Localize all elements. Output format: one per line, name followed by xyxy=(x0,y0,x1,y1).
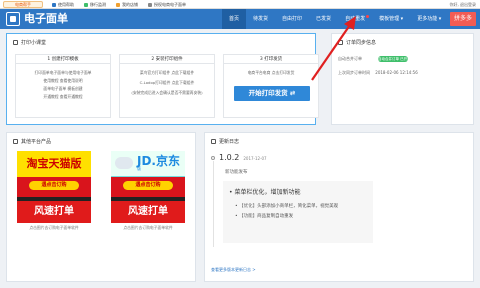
jd-logo: JD.京东 xyxy=(137,154,180,168)
step-heading: 2 安装打印组件 xyxy=(120,55,214,64)
nav-pending[interactable]: 待发货 xyxy=(246,9,275,29)
step-install-component: 2 安装打印组件 菜鸟官方打印组件 点此下载组件 C-Lodop打印组件 点此下… xyxy=(119,54,215,118)
timeline-dot-icon xyxy=(211,156,215,160)
jd-sub: 版 xyxy=(137,166,141,171)
nav-shipped[interactable]: 已发货 xyxy=(309,9,338,29)
step-heading: 1 创建打印模板 xyxy=(16,55,110,64)
order-pill: 遇点击订购 xyxy=(29,181,79,190)
sync-time-row: 上次同步订单时间 2018-02-06 12:14:56 xyxy=(338,70,418,75)
changelog-heading: • 菜单栏优化，增加新功能 xyxy=(229,189,301,196)
user-area[interactable]: 你好, 退出登录 xyxy=(449,1,476,8)
start-print-button[interactable]: 开始打印发货 ⇄ xyxy=(234,86,310,101)
product-taobao[interactable]: 淘宝天猫版 遇点击订购 风速打单 点击图片去订购电子面单软件 xyxy=(17,151,91,261)
changelog-item: • 【功能】商品复制自动重发 xyxy=(235,214,294,219)
nav-home[interactable]: 首页 xyxy=(222,9,247,29)
authorize-link[interactable]: 授权电商电子面单 xyxy=(148,1,186,8)
step-line[interactable]: C-Lodop打印组件 点此下载组件 xyxy=(124,80,210,86)
order-sync-panel: 订单同步信息 自动合并订单 自动合并订单 已开启 上次同步订单时间 2018-0… xyxy=(331,33,474,125)
print-course-panel: 打印小课堂 1 创建打印模板 打印面单电子面单与使用电子面单 使用教程 查看使用… xyxy=(6,33,319,125)
step-line[interactable]: 电商平台电商 点击打印发货 xyxy=(228,70,314,76)
step-line[interactable]: 面单电子面单 模板创建 xyxy=(20,86,106,92)
product-caption: 点击图片去订购电子面单软件 xyxy=(29,225,79,230)
version-date: 2017-12-07 xyxy=(243,156,267,161)
step-line[interactable]: 使用教程 查看使用说明 xyxy=(20,78,106,84)
sync-time: 2018-02-06 12:14:56 xyxy=(375,70,418,75)
grid-icon xyxy=(13,139,18,144)
changelog-box: • 菜单栏优化，增加新功能 • 【优化】头部添加小商单栏，简化菜单，视觉美观 •… xyxy=(223,181,373,243)
brand-logo[interactable]: 电商帮手 xyxy=(3,1,43,8)
shop-icon xyxy=(116,2,120,7)
help-link[interactable]: 使用帮助 xyxy=(52,1,74,8)
nav-more[interactable]: 更多功能 ▾ xyxy=(410,9,448,29)
order-pill: 遇点击订购 xyxy=(123,181,173,190)
main-nav: 首页 待发货 自由打印 已发货 自动重发 模板管理 ▾ 更多功能 ▾ xyxy=(222,9,448,29)
fast-print-label: 风速打单 xyxy=(17,201,91,223)
auto-merge-row: 自动合并订单 自动合并订单 已开启 xyxy=(338,56,411,62)
print-course-title: 打印小课堂 xyxy=(13,39,46,46)
other-products-title: 其他平台产品 xyxy=(13,138,51,145)
timeline-line xyxy=(213,161,214,247)
product-jd[interactable]: JD.京东 版 遇点击订购 风速打单 点击图片去订购电子面单软件 xyxy=(111,151,185,261)
my-shop-link[interactable]: 我的店铺 xyxy=(116,1,138,8)
nav-free-print[interactable]: 自由打印 xyxy=(275,9,309,29)
monitor-icon xyxy=(84,2,88,7)
app-title: 电子面单 xyxy=(24,12,68,25)
top-links: 使用帮助 移行监测 我的店铺 授权电商电子面单 xyxy=(52,1,186,8)
monitor-icon xyxy=(13,40,18,45)
changelog-panel: 更新日志 1.0.2 2017-12-07 新功能发布 • 菜单栏优化，增加新功… xyxy=(204,132,474,282)
auto-merge-toggle[interactable]: 自动合并订单 已开启 xyxy=(378,56,411,62)
changelog-title: 更新日志 xyxy=(211,138,239,145)
pinduoduo-button[interactable]: 拼多多 xyxy=(450,12,476,26)
changelog-item: • 【优化】头部添加小商单栏，简化菜单，视觉美观 xyxy=(235,204,339,209)
step-create-template: 1 创建打印模板 打印面单电子面单与使用电子面单 使用教程 查看使用说明 面单电… xyxy=(15,54,111,118)
version-subtitle: 新功能发布 xyxy=(225,170,248,175)
auth-icon xyxy=(148,2,152,7)
monitor-link[interactable]: 移行监测 xyxy=(84,1,106,8)
version-number: 1.0.2 xyxy=(219,153,240,162)
nav-templates[interactable]: 模板管理 ▾ xyxy=(372,9,410,29)
log-icon xyxy=(211,139,216,144)
step-line[interactable]: 菜鸟官方打印组件 点此下载组件 xyxy=(124,70,210,76)
step-line[interactable]: 开通教程 查看开通教程 xyxy=(20,94,106,100)
more-changelog-link[interactable]: 查看更多版本更新日志 > xyxy=(211,267,256,273)
help-icon xyxy=(52,2,56,7)
step-line: (安装完成后进入会确认是否不需要再安装) xyxy=(131,90,203,95)
fast-print-label: 风速打单 xyxy=(111,201,185,223)
order-sync-title: 订单同步信息 xyxy=(338,39,376,46)
step-line[interactable]: 打印面单电子面单与使用电子面单 xyxy=(20,70,106,76)
product-caption: 点击图片去订购电子面单软件 xyxy=(123,225,173,230)
top-strip: 电商帮手 使用帮助 移行监测 我的店铺 授权电商电子面单 你好, 退出登录 xyxy=(0,0,480,9)
step-heading: 3 打印发货 xyxy=(224,55,318,64)
version-row: 1.0.2 2017-12-07 xyxy=(211,153,267,162)
step-print-ship: 3 打印发货 电商平台电商 点击打印发货 开始打印发货 ⇄ xyxy=(223,54,319,118)
waybill-icon xyxy=(6,12,20,26)
nav-auto-resend[interactable]: 自动重发 xyxy=(338,9,372,29)
taobao-banner: 淘宝天猫版 xyxy=(17,151,91,177)
jd-banner: JD.京东 版 xyxy=(111,151,185,177)
sync-icon xyxy=(338,40,343,45)
cloud-icon xyxy=(115,157,133,169)
other-products-panel: 其他平台产品 淘宝天猫版 遇点击订购 风速打单 点击图片去订购电子面单软件 JD… xyxy=(6,132,196,282)
app-header: 电子面单 首页 待发货 自由打印 已发货 自动重发 模板管理 ▾ 更多功能 ▾ … xyxy=(0,9,480,29)
